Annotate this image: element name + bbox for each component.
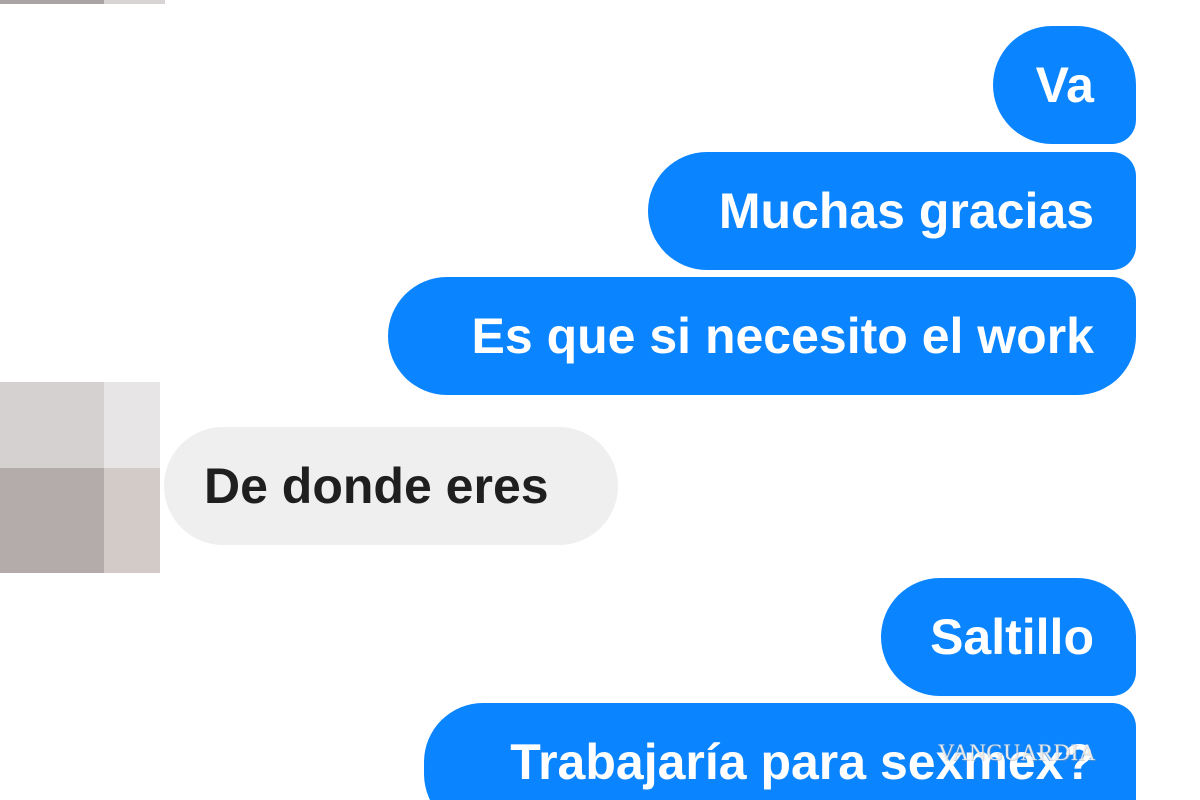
message-text: Saltillo (930, 609, 1094, 665)
message-text: De donde eres (204, 458, 549, 514)
blurred-avatar-icon[interactable] (0, 382, 160, 573)
message-text: Es que si necesito el work (471, 308, 1094, 364)
incoming-message-bubble[interactable]: De donde eres (164, 427, 618, 545)
message-text: Va (1035, 57, 1094, 113)
previous-avatar-fragment (0, 0, 165, 4)
avatar-pixel (104, 382, 160, 468)
message-text: Trabajaría para sexmex? (510, 734, 1094, 790)
avatar-pixel (0, 382, 104, 468)
outgoing-message-bubble[interactable]: Muchas gracias (648, 152, 1136, 270)
message-text: Muchas gracias (718, 183, 1094, 239)
avatar-pixel (0, 468, 104, 573)
outgoing-message-bubble[interactable]: Trabajaría para sexmex? (424, 703, 1136, 800)
outgoing-message-bubble[interactable]: Va (993, 26, 1136, 144)
outgoing-message-bubble[interactable]: Saltillo (881, 578, 1136, 696)
outgoing-message-bubble[interactable]: Es que si necesito el work (388, 277, 1136, 395)
avatar-pixel (104, 468, 160, 573)
chat-screenshot: Va Muchas gracias Es que si necesito el … (0, 0, 1200, 800)
